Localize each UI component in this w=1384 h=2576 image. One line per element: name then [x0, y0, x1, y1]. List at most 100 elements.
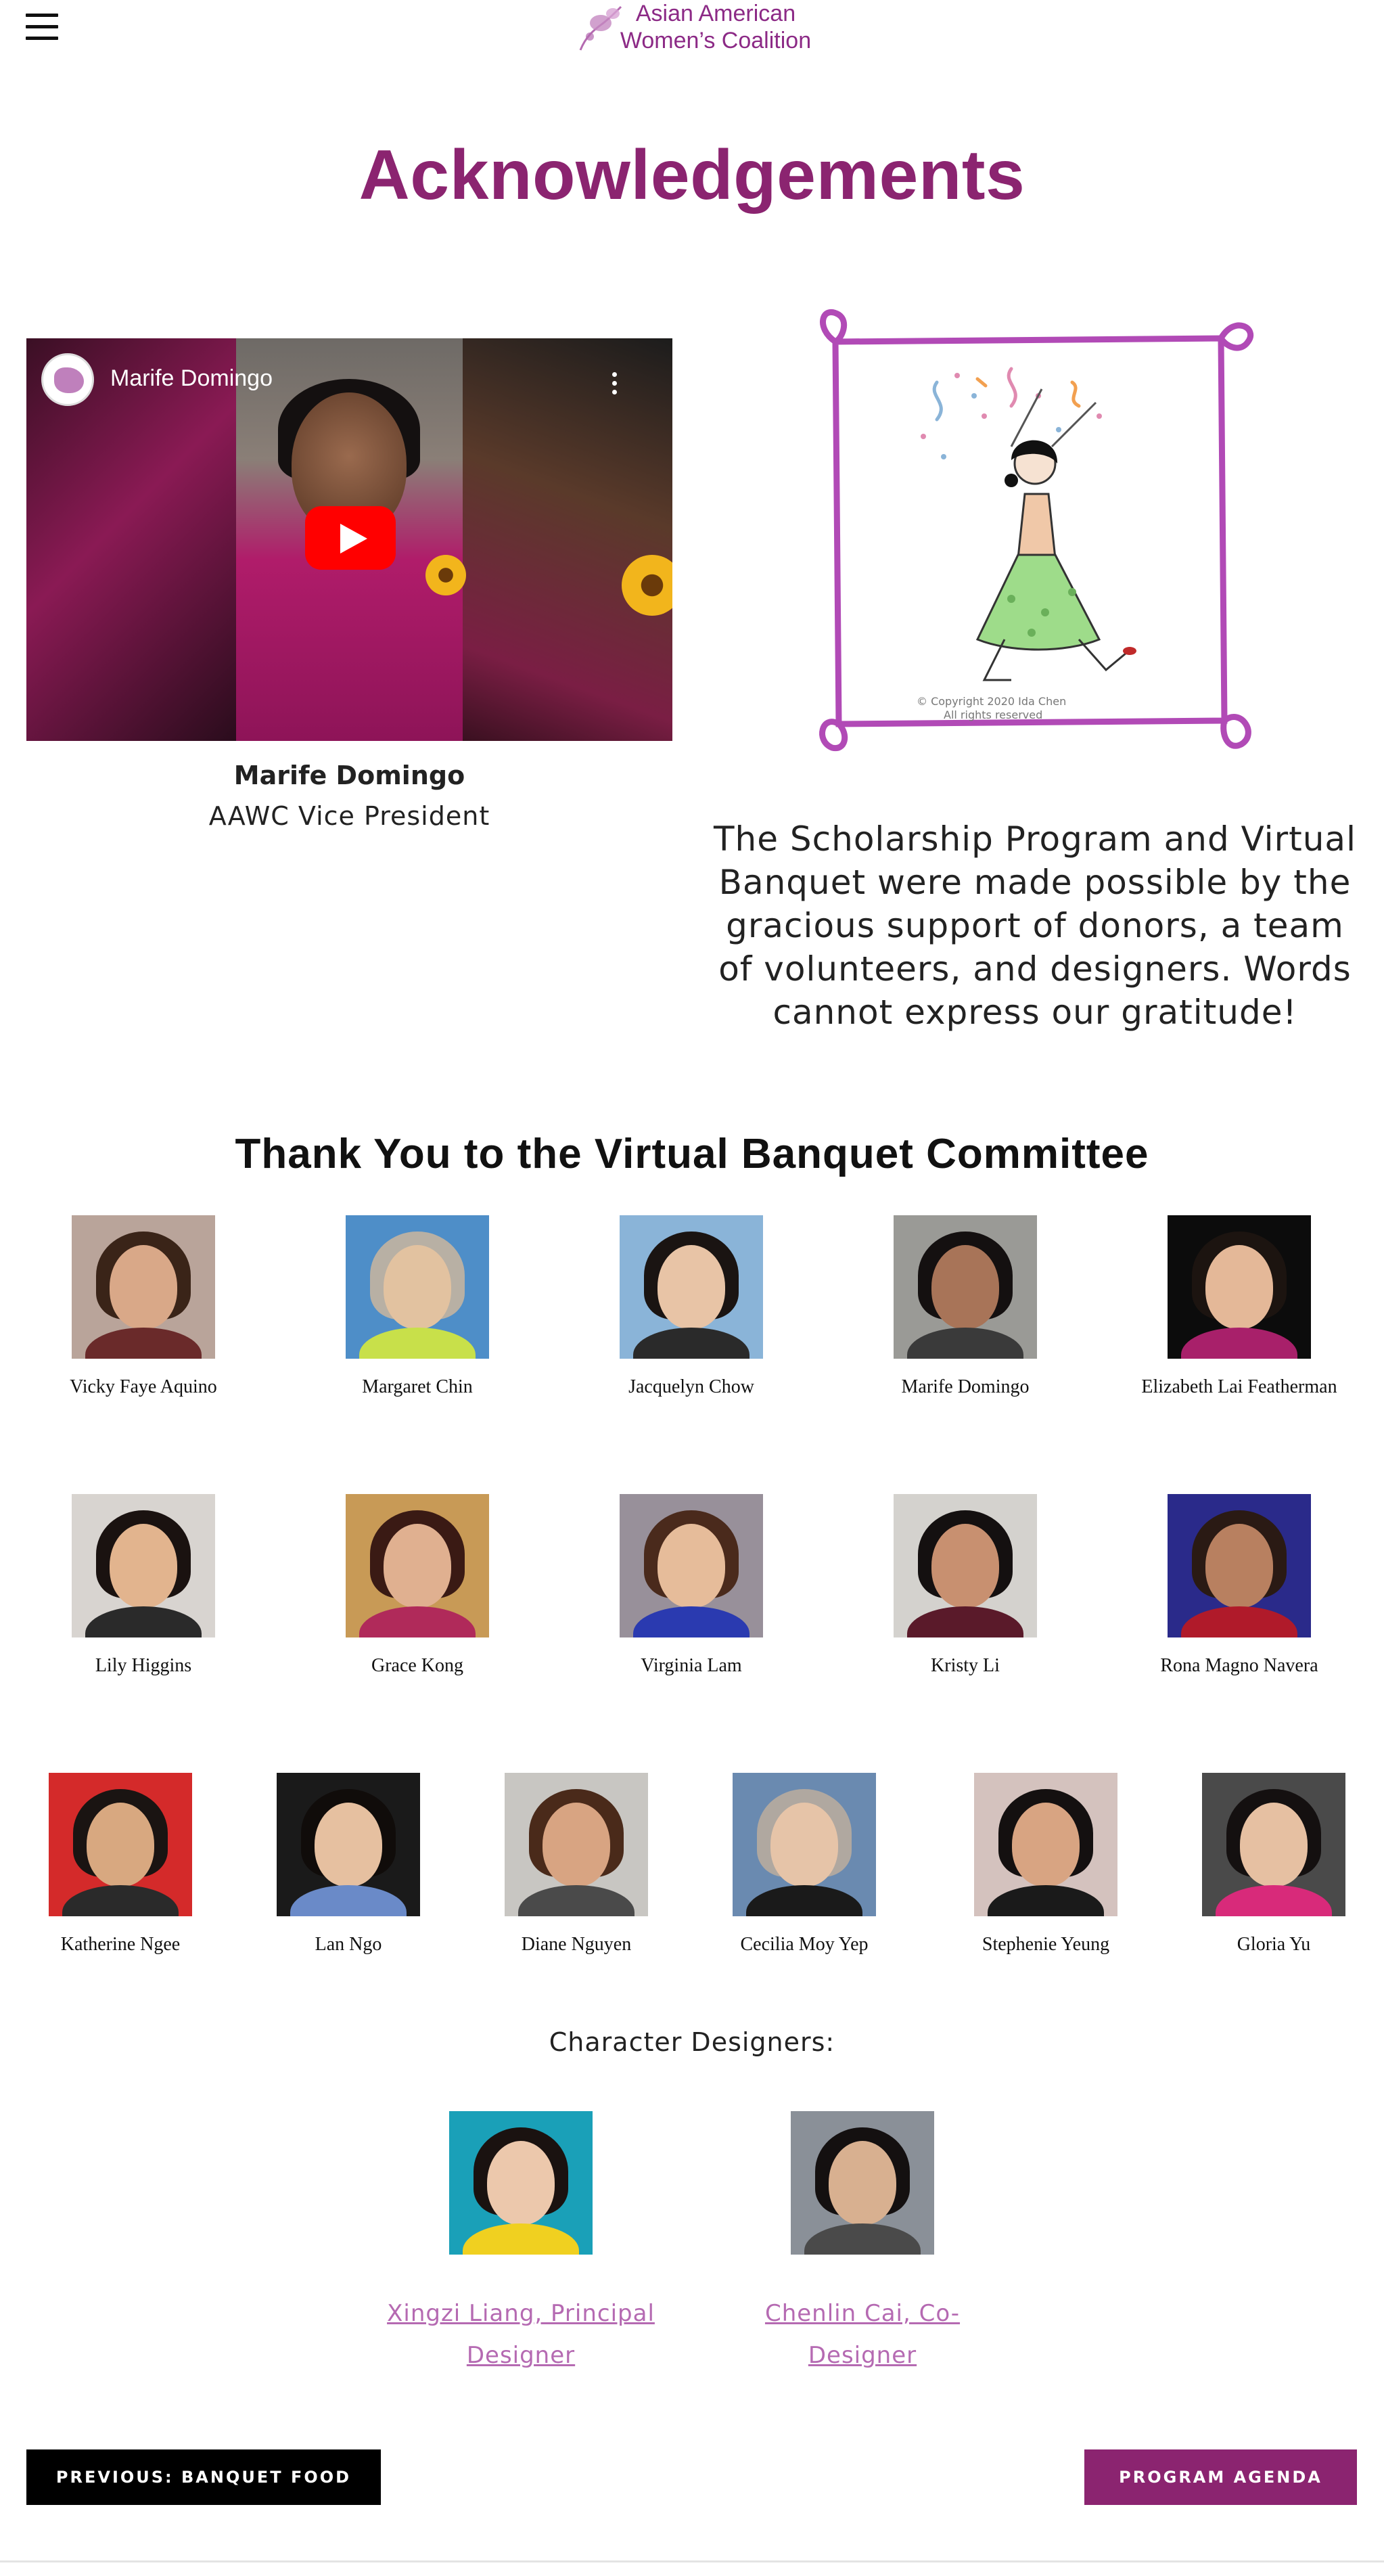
committee-member-name: Margaret Chin	[362, 1376, 473, 1397]
committee-member-name: Diane Nguyen	[521, 1934, 632, 1955]
designer-card: Chenlin Cai, Co-Designer	[717, 2111, 1008, 2376]
site-header: Asian American Women’s Coalition	[0, 0, 1384, 61]
portrait-face	[829, 2141, 896, 2225]
portrait-clothing	[85, 1606, 202, 1637]
portrait-clothing	[988, 1885, 1104, 1916]
committee-member-name: Rona Magno Navera	[1160, 1655, 1318, 1676]
committee-member-card: Kristy Li	[854, 1494, 1077, 1677]
rights-text: All rights reserved	[944, 708, 1042, 721]
committee-member-card: Stephenie Yeung	[934, 1773, 1157, 1956]
kebab-menu-icon[interactable]	[612, 372, 619, 397]
portrait-clothing	[1181, 1606, 1297, 1637]
designers-title: Character Designers:	[549, 2027, 835, 2057]
committee-member-photo	[733, 1773, 876, 1916]
portrait-clothing	[633, 1606, 749, 1637]
video-title[interactable]: Marife Domingo	[110, 365, 273, 392]
logo-text: Asian American Women’s Coalition	[614, 0, 817, 54]
portrait-face	[110, 1524, 177, 1608]
designer-link-line-1[interactable]: Xingzi Liang, Principal	[387, 2300, 655, 2327]
celebration-illustration: © Copyright 2020 Ida Chen All rights res…	[819, 309, 1254, 752]
portrait-clothing	[907, 1328, 1023, 1359]
video-player[interactable]: Marife Domingo	[26, 338, 672, 741]
hamburger-menu-icon[interactable]	[26, 14, 58, 41]
committee-member-name: Lan Ngo	[315, 1934, 382, 1955]
committee-member-card: Diane Nguyen	[465, 1773, 688, 1956]
sunflower-icon	[425, 555, 466, 595]
committee-member-name: Vicky Faye Aquino	[70, 1376, 217, 1397]
portrait-face	[543, 1803, 610, 1886]
committee-member-card: Katherine Ngee	[9, 1773, 232, 1956]
portrait-face	[487, 2141, 555, 2225]
portrait-clothing	[463, 2223, 579, 2255]
site-logo[interactable]: Asian American Women’s Coalition	[574, 0, 817, 57]
next-page-button[interactable]: PROGRAM AGENDA	[1084, 2449, 1357, 2505]
portrait-clothing	[1181, 1328, 1297, 1359]
committee-member-name: Lily Higgins	[95, 1655, 192, 1676]
portrait-face	[384, 1245, 451, 1329]
previous-page-button[interactable]: PREVIOUS: BANQUET FOOD	[26, 2449, 381, 2505]
portrait-face	[658, 1245, 725, 1329]
logo-line-2: Women’s Coalition	[620, 28, 812, 53]
portrait-face	[931, 1524, 999, 1608]
page-title: Acknowledgements	[359, 136, 1025, 214]
designer-link[interactable]: Chenlin Cai, Co-Designer	[717, 2292, 1008, 2376]
committee-member-name: Kristy Li	[931, 1655, 1000, 1676]
designer-card: Xingzi Liang, Principal Designer	[379, 2111, 663, 2376]
committee-member-name: Virginia Lam	[641, 1655, 742, 1676]
committee-member-photo	[620, 1494, 763, 1637]
committee-member-photo	[72, 1494, 215, 1637]
logo-line-1: Asian American	[635, 1, 796, 26]
portrait-clothing	[518, 1885, 635, 1916]
committee-member-card: Grace Kong	[306, 1494, 529, 1677]
committee-member-name: Marife Domingo	[901, 1376, 1030, 1397]
portrait-face	[1205, 1524, 1273, 1608]
committee-member-photo	[346, 1215, 489, 1359]
portrait-face	[1012, 1803, 1080, 1886]
committee-member-card: Lan Ngo	[237, 1773, 460, 1956]
channel-avatar-icon[interactable]	[41, 353, 94, 406]
featured-name: Marife Domingo	[233, 761, 465, 790]
committee-member-name: Gloria Yu	[1237, 1934, 1311, 1955]
video-frame-right	[463, 338, 672, 741]
copyright-text: © Copyright 2020 Ida Chen	[917, 695, 1066, 708]
committee-member-card: Gloria Yu	[1162, 1773, 1384, 1956]
portrait-clothing	[359, 1328, 476, 1359]
portrait-clothing	[359, 1606, 476, 1637]
designer-photo	[791, 2111, 934, 2255]
committee-member-photo	[894, 1215, 1037, 1359]
committee-member-card: Margaret Chin	[306, 1215, 529, 1398]
committee-member-photo	[505, 1773, 648, 1916]
portrait-face	[658, 1524, 725, 1608]
committee-member-name: Katherine Ngee	[60, 1934, 181, 1955]
portrait-face	[931, 1245, 999, 1329]
committee-member-photo	[277, 1773, 420, 1916]
portrait-face	[110, 1245, 177, 1329]
portrait-face	[315, 1803, 382, 1886]
designer-photo	[449, 2111, 593, 2255]
committee-member-name: Cecilia Moy Yep	[740, 1934, 869, 1955]
committee-member-photo	[346, 1494, 489, 1637]
designer-link-line-1[interactable]: Chenlin Cai, Co-Designer	[765, 2300, 960, 2369]
portrait-clothing	[85, 1328, 202, 1359]
footer-divider	[0, 2560, 1384, 2562]
committee-member-name: Grace Kong	[371, 1655, 464, 1676]
committee-member-name: Jacquelyn Chow	[628, 1376, 754, 1397]
committee-member-photo	[1168, 1494, 1311, 1637]
designer-link[interactable]: Xingzi Liang, Principal Designer	[379, 2292, 663, 2376]
portrait-face	[1240, 1803, 1308, 1886]
committee-member-photo	[974, 1773, 1117, 1916]
committee-member-photo	[1202, 1773, 1345, 1916]
youtube-play-button[interactable]	[305, 506, 396, 570]
designer-link-line-2[interactable]: Designer	[467, 2342, 575, 2369]
portrait-clothing	[62, 1885, 179, 1916]
portrait-clothing	[746, 1885, 862, 1916]
portrait-face	[87, 1803, 154, 1886]
committee-member-photo	[72, 1215, 215, 1359]
portrait-face	[1205, 1245, 1273, 1329]
gratitude-paragraph: The Scholarship Program and Virtual Banq…	[714, 819, 1356, 1032]
portrait-face	[770, 1803, 838, 1886]
committee-member-card: Virginia Lam	[580, 1494, 803, 1677]
portrait-clothing	[290, 1885, 407, 1916]
portrait-clothing	[633, 1328, 749, 1359]
committee-member-card: Marife Domingo	[854, 1215, 1077, 1398]
